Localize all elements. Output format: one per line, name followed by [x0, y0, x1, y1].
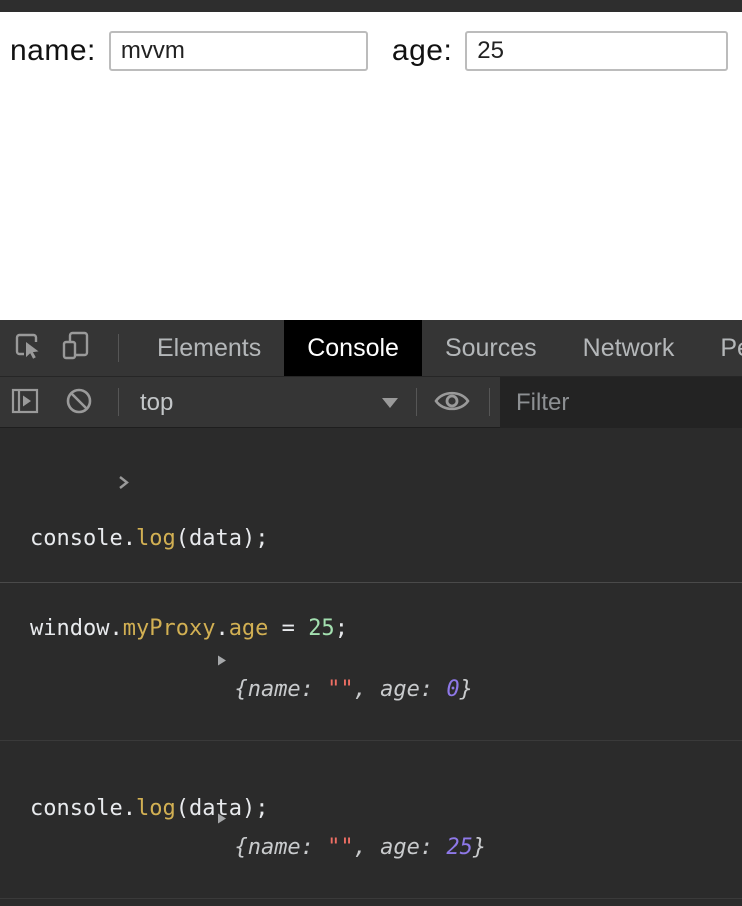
clear-console-button[interactable] [62, 386, 96, 420]
tab-performance[interactable]: Performance [697, 320, 742, 376]
eval-result-row: undefined [0, 899, 742, 906]
javascript-context-dropdown[interactable]: top [128, 377, 406, 428]
tab-console[interactable]: Console [284, 320, 422, 376]
device-toolbar-button[interactable] [56, 320, 96, 376]
rendered-page: name: age: [0, 12, 742, 320]
devtools-panel: Elements Console Sources Network Perform… [0, 320, 742, 906]
age-label: age: [392, 34, 452, 68]
console-input-echo: console.log(data); window.myProxy.age = … [0, 429, 742, 583]
live-expression-button[interactable] [430, 386, 474, 420]
chevron-down-icon [382, 398, 398, 408]
tab-sources[interactable]: Sources [422, 320, 560, 376]
tab-network[interactable]: Network [560, 320, 698, 376]
toolbar-separator [118, 388, 119, 416]
log-object-row: {name: "", age: 25} [0, 741, 742, 899]
toolbar-separator [489, 388, 490, 416]
console-sidebar-icon [10, 386, 40, 421]
triangle-right-icon[interactable] [109, 619, 228, 703]
log-object-row: {name: "", age: 0} [0, 583, 742, 741]
name-label: name: [10, 34, 96, 68]
filter-input[interactable] [500, 377, 742, 428]
clear-console-icon [63, 385, 95, 422]
console-sidebar-button[interactable] [8, 386, 42, 420]
tabbar-separator [118, 334, 119, 362]
age-input[interactable] [465, 31, 728, 71]
inspect-cursor-icon [12, 330, 44, 367]
eye-icon [433, 388, 471, 419]
triangle-right-icon[interactable] [109, 777, 228, 861]
form-row: name: age: [0, 12, 742, 71]
browser-top-strip [0, 0, 742, 12]
device-toolbar-icon [60, 330, 92, 367]
code-line: console.log(data); [30, 524, 742, 554]
inspect-element-button[interactable] [8, 320, 48, 376]
devtools-tabs: Elements Console Sources Network Perform… [134, 320, 742, 376]
chevron-right-icon [10, 441, 131, 531]
devtools-tabbar: Elements Console Sources Network Perform… [0, 320, 742, 377]
name-input[interactable] [109, 31, 368, 71]
tab-elements[interactable]: Elements [134, 320, 284, 376]
console-toolbar: top [0, 377, 742, 428]
toolbar-separator [416, 388, 417, 416]
console-messages: console.log(data); window.myProxy.age = … [0, 429, 742, 906]
context-selected-label: top [140, 389, 173, 417]
